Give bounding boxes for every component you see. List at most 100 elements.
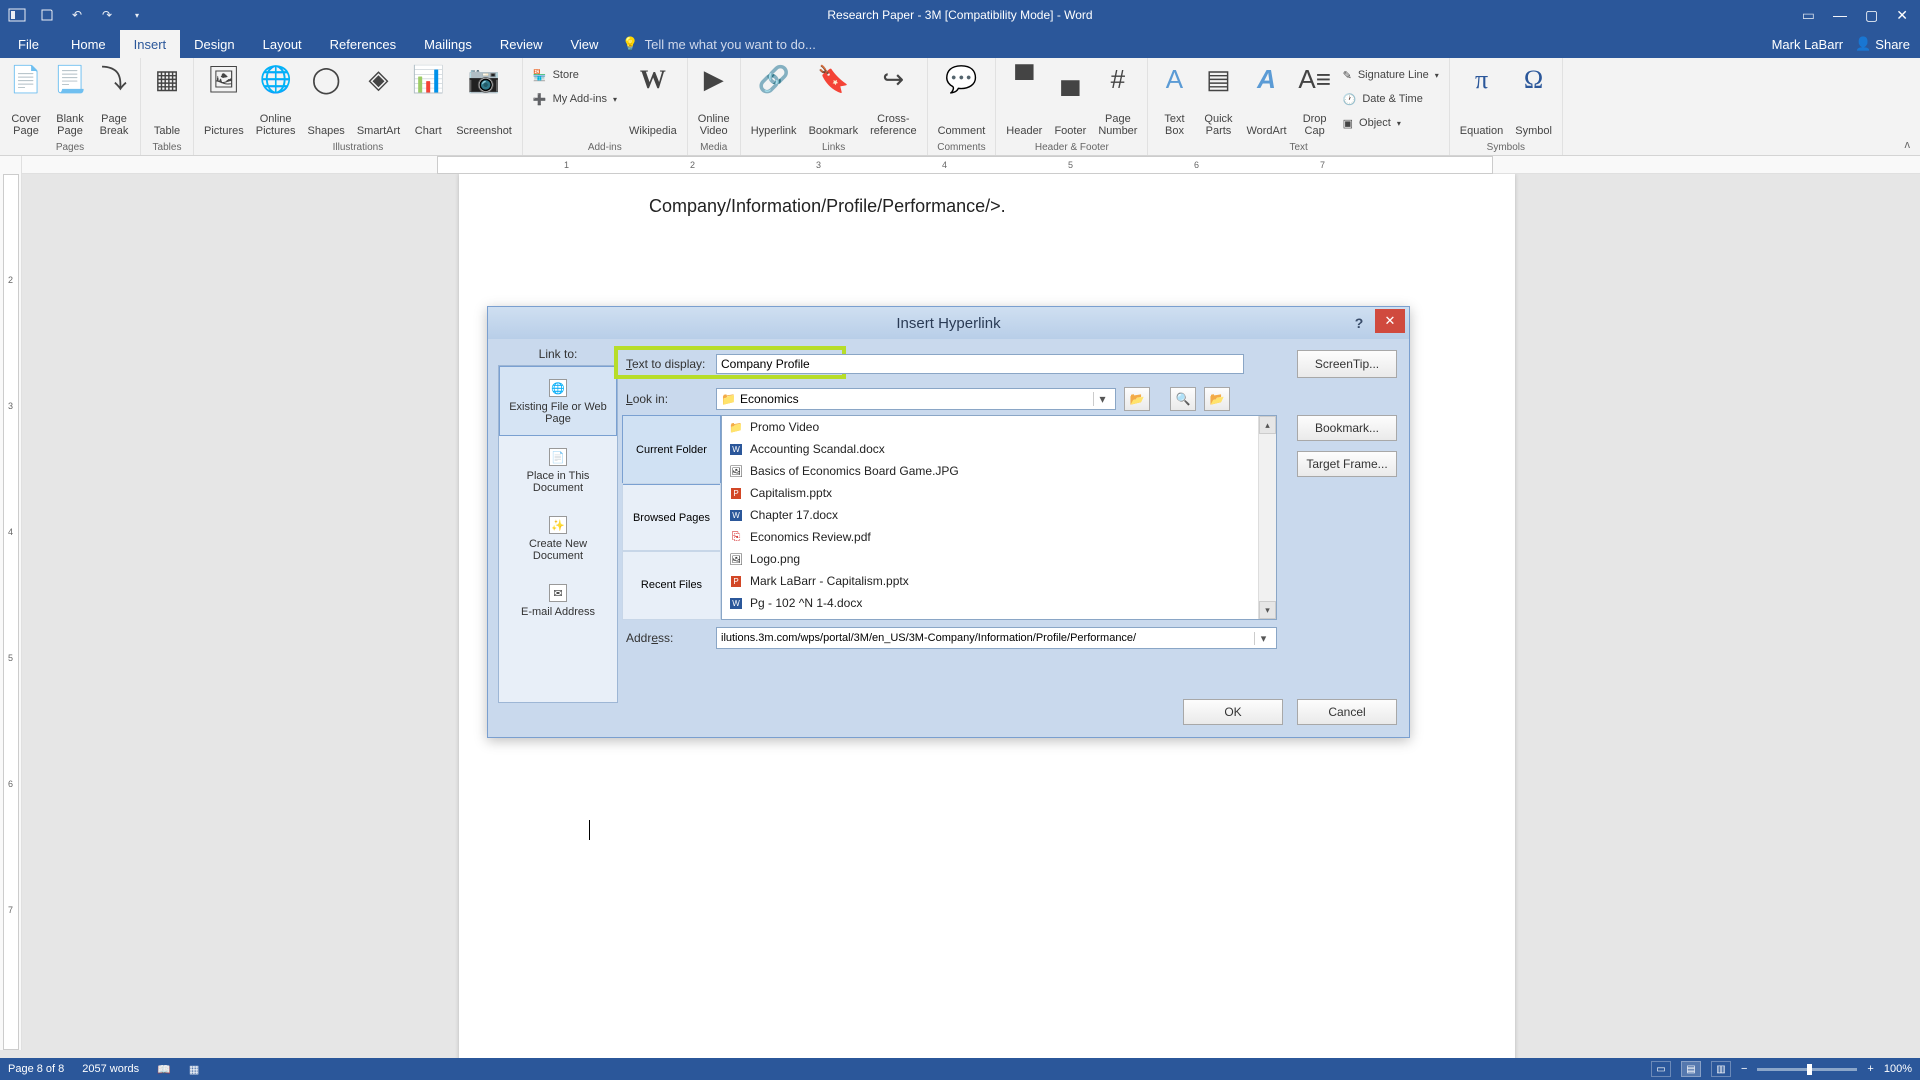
browse-file-button[interactable]: 📂 [1204,387,1230,411]
close-window-icon[interactable]: ✕ [1896,7,1908,24]
file-item[interactable]: PCapitalism.pptx [722,482,1276,504]
tab-view[interactable]: View [556,30,612,58]
file-item[interactable]: WAccounting Scandal.docx [722,438,1276,460]
tab-home[interactable]: Home [57,30,120,58]
zoom-in-button[interactable]: + [1867,1063,1873,1075]
target-frame-button[interactable]: Target Frame... [1297,451,1397,477]
wordart-button[interactable]: AWordArt [1240,60,1292,140]
shapes-button[interactable]: ◯Shapes [302,60,351,140]
subtab-browsed-pages[interactable]: Browsed Pages [623,484,720,552]
page-number-button[interactable]: #PageNumber [1092,60,1143,140]
address-input[interactable]: ilutions.3m.com/wps/portal/3M/en_US/3M-C… [716,627,1277,649]
group-symbols-label: Symbols [1454,140,1558,155]
equation-button[interactable]: πEquation [1454,60,1509,140]
dropcap-button[interactable]: A≡DropCap [1293,60,1337,140]
status-page[interactable]: Page 8 of 8 [8,1063,64,1075]
subtab-recent-files[interactable]: Recent Files [623,551,720,619]
zoom-out-button[interactable]: − [1741,1063,1747,1075]
blank-page-icon: 📃 [54,64,86,96]
dialog-close-button[interactable]: ✕ [1375,309,1405,333]
scroll-down-button[interactable]: ▾ [1259,601,1276,619]
share-button[interactable]: 👤 Share [1855,36,1910,52]
qat-customize-icon[interactable]: ▾ [128,6,146,24]
bookmark-dialog-button[interactable]: Bookmark... [1297,415,1397,441]
subtab-current-folder[interactable]: Current Folder [623,416,720,484]
linkto-email[interactable]: ✉E-mail Address [499,572,617,628]
tell-me-search[interactable]: 💡 Tell me what you want to do... [622,30,815,58]
user-name[interactable]: Mark LaBarr [1772,37,1844,52]
blank-page-button[interactable]: 📃BlankPage [48,60,92,140]
file-list-scrollbar[interactable]: ▴ ▾ [1258,416,1276,619]
online-pictures-button[interactable]: 🌐OnlinePictures [250,60,302,140]
header-button[interactable]: ▀Header [1000,60,1048,140]
horizontal-ruler[interactable]: 1 2 3 4 5 6 7 [437,156,1493,174]
linkto-create-new[interactable]: ✨Create New Document [499,504,617,572]
save-icon[interactable] [38,6,56,24]
up-folder-button[interactable]: 📂 [1124,387,1150,411]
crossref-button[interactable]: ↪Cross-reference [864,60,922,140]
linkto-place-in-doc[interactable]: 📄Place in This Document [499,436,617,504]
symbol-button[interactable]: ΩSymbol [1509,60,1558,140]
store-button[interactable]: 🏪Store [533,64,617,86]
ribbon-display-icon[interactable]: ▭ [1802,7,1815,24]
file-list[interactable]: 📁Promo VideoWAccounting Scandal.docx🖼Bas… [721,415,1277,620]
tab-file[interactable]: File [0,30,57,58]
file-item[interactable]: ⎘Economics Review.pdf [722,526,1276,548]
textbox-button[interactable]: ATextBox [1152,60,1196,140]
tab-design[interactable]: Design [180,30,248,58]
screenshot-button[interactable]: 📷Screenshot [450,60,518,140]
browse-web-button[interactable]: 🔍 [1170,387,1196,411]
dialog-help-button[interactable]: ? [1347,312,1371,334]
zoom-level[interactable]: 100% [1884,1063,1912,1075]
wikipedia-button[interactable]: WWikipedia [623,60,683,140]
linkto-existing-file[interactable]: 🌐Existing File or Web Page [499,366,617,436]
quickparts-button[interactable]: ▤QuickParts [1196,60,1240,140]
file-item[interactable]: WPg - 102 ^N 1-4.docx [722,592,1276,614]
file-item[interactable]: 🖼Basics of Economics Board Game.JPG [722,460,1276,482]
screentip-button[interactable]: ScreenTip... [1297,350,1397,378]
file-item[interactable]: PMark LaBarr - Capitalism.pptx [722,570,1276,592]
tab-review[interactable]: Review [486,30,557,58]
file-name: Capitalism.pptx [750,486,832,500]
lookin-dropdown[interactable]: 📁 Economics ▾ [716,388,1116,410]
collapse-ribbon-icon[interactable]: ʌ [1905,139,1911,151]
view-read-mode[interactable]: ▭ [1651,1061,1671,1077]
pictures-button[interactable]: 🖼Pictures [198,60,250,140]
object-button[interactable]: ▣Object▾ [1343,112,1439,134]
cancel-button[interactable]: Cancel [1297,699,1397,725]
chart-button[interactable]: 📊Chart [406,60,450,140]
status-macros-icon[interactable]: ▦ [189,1063,199,1076]
text-to-display-input[interactable] [716,354,1244,374]
maximize-icon[interactable]: ▢ [1865,7,1878,24]
ok-button[interactable]: OK [1183,699,1283,725]
undo-icon[interactable]: ↶ [68,6,86,24]
view-web-layout[interactable]: ▥ [1711,1061,1731,1077]
comment-button[interactable]: 💬Comment [932,60,992,140]
page-break-button[interactable]: ⤵PageBreak [92,60,136,140]
file-item[interactable]: 📁Promo Video [722,416,1276,438]
table-button[interactable]: ▦Table [145,60,189,140]
status-words[interactable]: 2057 words [82,1063,139,1075]
myaddins-button[interactable]: ➕My Add-ins▾ [533,88,617,110]
scroll-up-button[interactable]: ▴ [1259,416,1276,434]
footer-button[interactable]: ▄Footer [1048,60,1092,140]
cover-page-button[interactable]: 📄CoverPage [4,60,48,140]
tab-mailings[interactable]: Mailings [410,30,486,58]
status-proofing-icon[interactable]: 📖 [157,1063,171,1076]
hyperlink-button[interactable]: 🔗Hyperlink [745,60,803,140]
view-print-layout[interactable]: ▤ [1681,1061,1701,1077]
minimize-icon[interactable]: — [1833,7,1847,24]
redo-icon[interactable]: ↷ [98,6,116,24]
file-item[interactable]: 🖼Logo.png [722,548,1276,570]
tab-insert[interactable]: Insert [120,30,181,58]
tab-references[interactable]: References [316,30,410,58]
tab-layout[interactable]: Layout [249,30,316,58]
online-video-button[interactable]: ▶OnlineVideo [692,60,736,140]
bookmark-button[interactable]: 🔖Bookmark [803,60,865,140]
smartart-button[interactable]: ◈SmartArt [351,60,406,140]
signature-line-button[interactable]: ✎Signature Line▾ [1343,64,1439,86]
datetime-button[interactable]: 🕐Date & Time [1343,88,1439,110]
vertical-ruler[interactable]: 234567 [3,174,19,1050]
file-item[interactable]: WChapter 17.docx [722,504,1276,526]
zoom-slider[interactable] [1757,1068,1857,1071]
